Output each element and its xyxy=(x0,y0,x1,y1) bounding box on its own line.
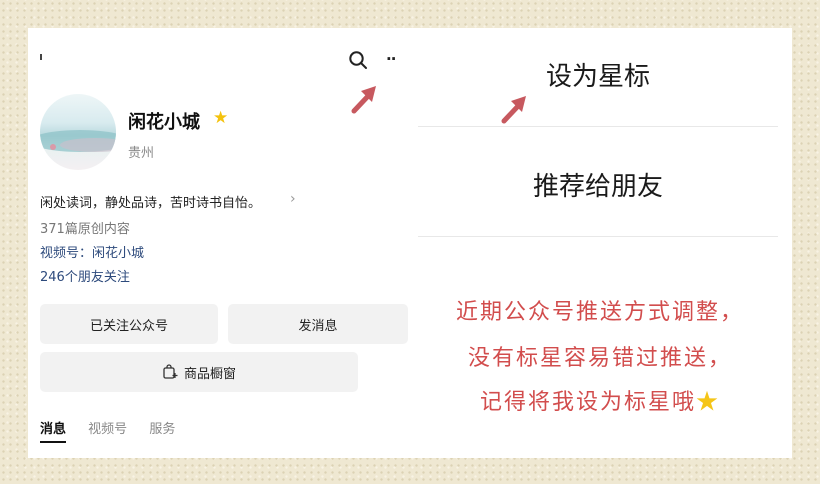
friends-following[interactable]: 246个朋友关注 xyxy=(40,266,130,285)
set-star-menu-item[interactable]: 设为星标 xyxy=(418,56,778,93)
avatar[interactable] xyxy=(40,94,116,170)
chevron-right-icon[interactable]: › xyxy=(290,191,296,207)
more-icon[interactable]: ·· xyxy=(386,50,396,68)
profile-tabs: 消息 视频号 服务 xyxy=(40,418,193,443)
profile-panel: ·· 闲花小城 ★ 贵州 闲处读词，静处品诗，苦时诗书自怡。 › 371篇原创内… xyxy=(28,28,408,458)
send-message-label: 发消息 xyxy=(298,318,338,334)
shop-window-label: 商品橱窗 xyxy=(183,366,236,382)
article-count[interactable]: 371篇原创内容 xyxy=(40,218,130,237)
notice-line: 没有标星容易错过推送， xyxy=(467,346,732,371)
star-icon: ★ xyxy=(213,108,229,128)
action-menu: 设为星标 推荐给朋友 近期公众号推送方式调整， 没有标星容易错过推送， 记得将我… xyxy=(408,28,792,458)
pointer-arrow-icon xyxy=(351,86,376,114)
account-location: 贵州 xyxy=(128,146,155,161)
divider xyxy=(418,236,778,237)
account-name: 闲花小城 xyxy=(128,112,200,133)
notice-line-final: 记得将我设为标星哦★ xyxy=(408,384,792,416)
tab-video[interactable]: 视频号 xyxy=(88,422,127,437)
star-icon: ★ xyxy=(696,390,721,415)
send-message-button[interactable]: 发消息 xyxy=(228,304,408,344)
screenshot-card: ·· 闲花小城 ★ 贵州 闲处读词，静处品诗，苦时诗书自怡。 › 371篇原创内… xyxy=(28,28,792,458)
followed-button[interactable]: 已关注公众号 xyxy=(40,304,218,344)
search-icon[interactable] xyxy=(348,50,368,70)
shop-window-icon xyxy=(163,364,178,379)
tab-services[interactable]: 服务 xyxy=(149,422,175,437)
tab-messages[interactable]: 消息 xyxy=(40,422,67,443)
shop-window-button[interactable]: 商品橱窗 xyxy=(40,352,358,392)
account-bio[interactable]: 闲处读词，静处品诗，苦时诗书自怡。 xyxy=(40,192,261,211)
video-channel-link[interactable]: 视频号：闲花小城 xyxy=(40,242,144,261)
status-mark xyxy=(40,54,42,60)
notice-line-text: 记得将我设为标星哦 xyxy=(479,390,696,415)
divider xyxy=(418,126,778,127)
notice-line: 近期公众号推送方式调整， xyxy=(455,300,744,325)
recommend-menu-item[interactable]: 推荐给朋友 xyxy=(418,166,778,203)
avatar-flower xyxy=(50,144,56,150)
followed-button-label: 已关注公众号 xyxy=(89,318,168,334)
